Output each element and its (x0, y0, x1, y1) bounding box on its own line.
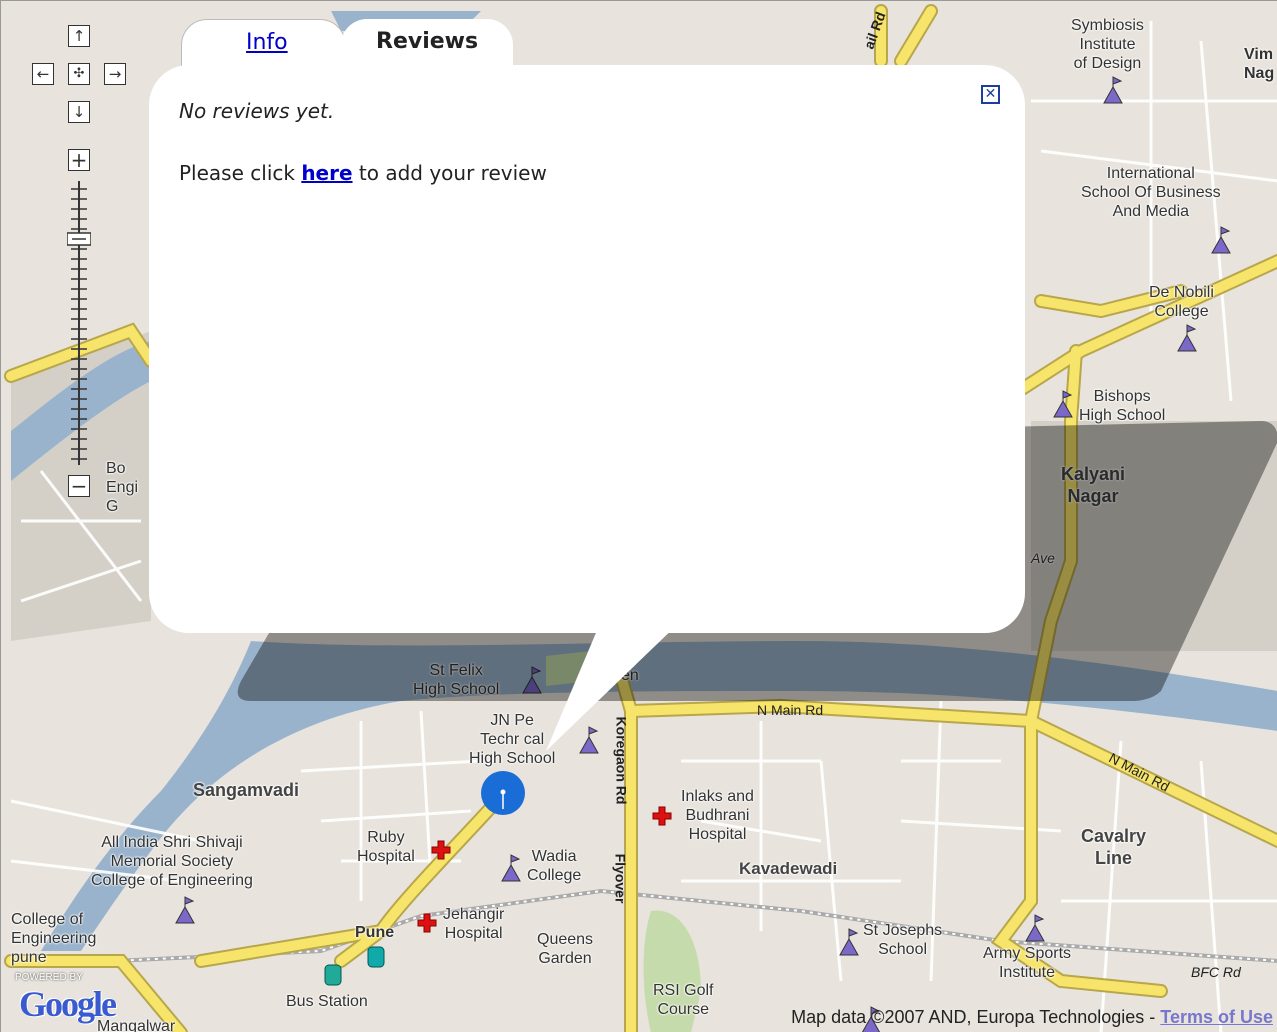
google-logo[interactable]: Google (19, 983, 117, 1025)
map-copyright: Map data ©2007 AND, Europa Technologies … (791, 1007, 1273, 1027)
no-reviews-text: No reviews yet. (179, 99, 335, 123)
prompt-text-after: to add your review (352, 161, 547, 185)
prompt-text-before: Please click (179, 161, 302, 185)
map-canvas[interactable]: Symbiosis Institute of Design Vim Nag In… (0, 0, 1277, 1032)
info-window-content: No reviews yet. Please click here to add… (179, 99, 547, 185)
powered-by-label: POWERED BY (15, 972, 83, 983)
terms-of-use-link[interactable]: Terms of Use (1160, 1007, 1273, 1027)
add-review-link[interactable]: here (301, 161, 352, 185)
add-review-prompt: Please click here to add your review (179, 161, 547, 185)
close-icon[interactable]: ✕ (981, 85, 1000, 104)
